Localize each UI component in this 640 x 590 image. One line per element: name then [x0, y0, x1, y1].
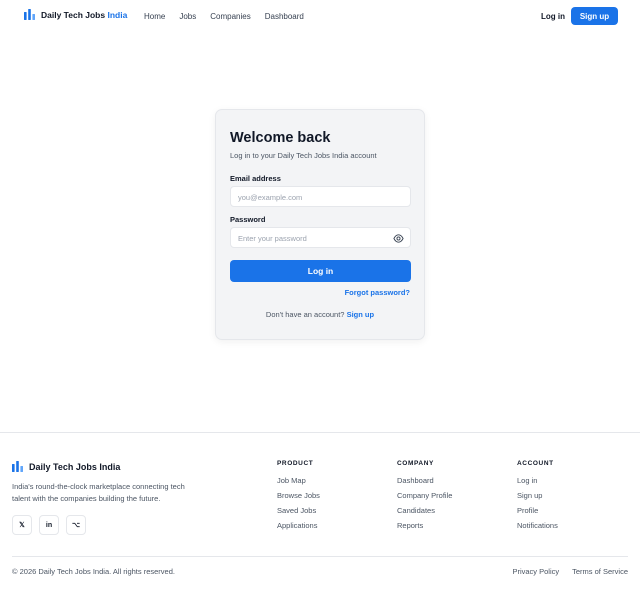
password-field-wrapper: [230, 227, 411, 248]
header-signup-button[interactable]: Sign up: [571, 7, 618, 25]
nav-companies[interactable]: Companies: [210, 12, 250, 21]
footer-divider: [0, 432, 640, 433]
footer-link-reports[interactable]: Reports: [397, 521, 452, 536]
linkedin-icon[interactable]: in: [39, 515, 59, 535]
legal-links: Privacy Policy Terms of Service: [499, 567, 628, 576]
top-navbar: Daily Tech Jobs India Home Jobs Companie…: [0, 0, 640, 32]
signup-link[interactable]: Sign up: [347, 310, 375, 319]
footer-col-account: ACCOUNT Log in Sign up Profile Notificat…: [517, 460, 558, 536]
github-icon[interactable]: ⌥: [66, 515, 86, 535]
terms-of-service-link[interactable]: Terms of Service: [572, 567, 628, 576]
footer-link-profile[interactable]: Profile: [517, 506, 558, 521]
footer-brand: Daily Tech Jobs India: [12, 461, 120, 472]
bar-chart-logo-icon: [24, 9, 35, 20]
footer-brand-name: Daily Tech Jobs India: [29, 461, 121, 472]
password-label: Password: [230, 215, 266, 224]
main-nav: Home Jobs Companies Dashboard: [144, 12, 318, 21]
no-account-text: Don't have an account?: [265, 310, 345, 319]
footer-col-title: ACCOUNT: [517, 460, 554, 467]
signup-prompt: Don't have an account? Sign up: [216, 310, 424, 319]
footer-link-sign-up[interactable]: Sign up: [517, 491, 558, 506]
footer-link-log-in[interactable]: Log in: [517, 476, 558, 491]
brand-name: Daily Tech Jobs India: [41, 9, 128, 20]
forgot-password-link[interactable]: Forgot password?: [345, 288, 410, 297]
login-submit-button[interactable]: Log in: [230, 260, 411, 282]
footer-bottom-divider: [12, 556, 628, 557]
email-label: Email address: [230, 174, 281, 183]
login-subtitle: Log in to your Daily Tech Jobs India acc…: [230, 151, 377, 160]
header-login-link[interactable]: Log in: [541, 12, 565, 21]
footer-col-title: COMPANY: [397, 460, 434, 467]
brand-link[interactable]: Daily Tech Jobs India: [24, 9, 127, 20]
password-input[interactable]: [231, 229, 410, 248]
footer-link-job-map[interactable]: Job Map: [277, 476, 320, 491]
nav-home[interactable]: Home: [144, 12, 165, 21]
footer-link-company-profile[interactable]: Company Profile: [397, 491, 452, 506]
email-input[interactable]: [231, 188, 410, 207]
footer-col-product: PRODUCT Job Map Browse Jobs Saved Jobs A…: [277, 460, 320, 536]
privacy-policy-link[interactable]: Privacy Policy: [512, 567, 559, 576]
login-card: Welcome back Log in to your Daily Tech J…: [215, 109, 425, 340]
footer-link-applications[interactable]: Applications: [277, 521, 320, 536]
footer-col-title: PRODUCT: [277, 460, 314, 467]
footer-link-dashboard[interactable]: Dashboard: [397, 476, 452, 491]
login-title: Welcome back: [230, 130, 331, 146]
social-links: 𝕏 in ⌥: [12, 515, 93, 535]
bar-chart-logo-icon: [12, 461, 23, 472]
footer-link-saved-jobs[interactable]: Saved Jobs: [277, 506, 320, 521]
footer-link-notifications[interactable]: Notifications: [517, 521, 558, 536]
brand-accent: India: [107, 9, 128, 20]
x-icon[interactable]: 𝕏: [12, 515, 32, 535]
footer-col-company: COMPANY Dashboard Company Profile Candid…: [397, 460, 452, 536]
footer-description: India's round-the-clock marketplace conn…: [12, 482, 185, 503]
copyright-text: © 2026 Daily Tech Jobs India. All rights…: [12, 567, 175, 576]
footer-link-candidates[interactable]: Candidates: [397, 506, 452, 521]
footer-link-browse-jobs[interactable]: Browse Jobs: [277, 491, 320, 506]
email-field-wrapper: [230, 186, 411, 207]
nav-dashboard[interactable]: Dashboard: [265, 12, 304, 21]
eye-icon[interactable]: [393, 233, 404, 244]
nav-jobs[interactable]: Jobs: [179, 12, 196, 21]
